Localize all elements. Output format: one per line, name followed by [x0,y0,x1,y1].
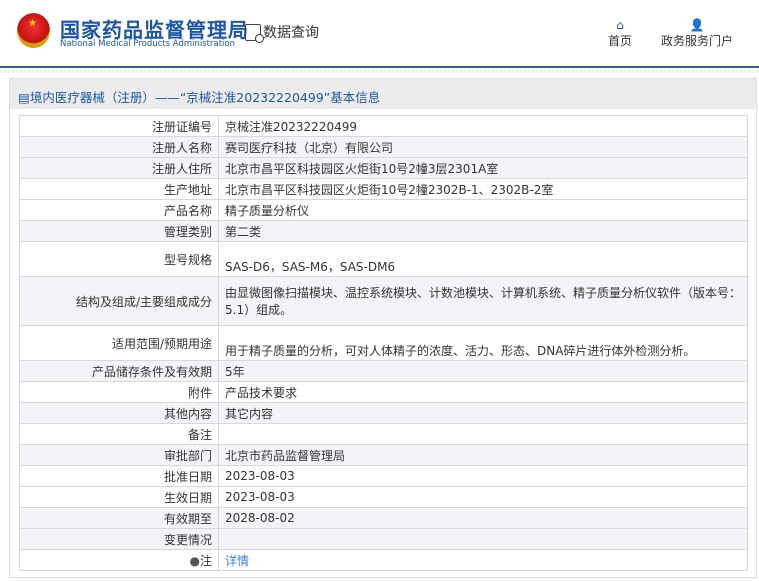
logo-subtitle: National Medical Products Administration [60,39,235,49]
row-label: 管理类别 [19,220,219,242]
row-label: ●注 [19,549,219,571]
row-label: 注册证编号 [19,115,219,137]
note-label: 注 [199,553,212,568]
row-value: 用于精子质量的分析，可对人体精子的浓度、活力、形态、DNA碎片进行体外检测分析。 [218,325,748,361]
row-label: 生效日期 [19,486,219,508]
table-row: 结构及组成/主要组成成分 由显微图像扫描模块、温控系统模块、计数池模块、计算机系统… [19,276,748,326]
row-value: 2023-08-03 [218,486,748,508]
row-label: 适用范围/预期用途 [19,325,219,361]
nav-service-portal[interactable]: 👤 政务服务门户 [661,18,733,49]
row-value [218,423,748,445]
row-label: 产品名称 [19,199,219,221]
document-search-icon [245,23,264,43]
info-table: 注册证编号 京械注准20232220499 注册人名称 赛司医疗科技（北京）有限公司… [19,115,748,571]
nav-home[interactable]: ⌂ 首页 [608,18,632,49]
table-row: 有效期至 2028-08-02 [19,507,748,529]
row-value: 2023-08-03 [218,465,748,487]
row-value: 京械注准20232220499 [218,115,748,137]
table-row: 生效日期 2023-08-03 [19,486,748,508]
row-value: 2028-08-02 [218,507,748,529]
row-value: 产品技术要求 [218,381,748,403]
table-row: ●注 详情 [19,549,748,571]
home-icon: ⌂ [616,18,624,32]
national-emblem-logo [17,13,50,48]
header-divider [0,70,759,73]
data-query-link[interactable]: 数据查询 [245,22,319,43]
row-value: 北京市昌平区科技园区火炬街10号2幢3层2301A室 [218,157,748,179]
row-value: 精子质量分析仪 [218,199,748,221]
table-row: 备注 [19,423,748,445]
row-value: 详情 [218,549,748,571]
table-row: 其他内容 其它内容 [19,402,748,424]
info-panel: ▤境内医疗器械（注册）——“京械注准20232220499”基本信息 注册证编号… [9,78,757,578]
row-value [218,528,748,550]
user-icon: 👤 [689,18,705,32]
row-label: 备注 [19,423,219,445]
row-label: 结构及组成/主要组成成分 [19,276,219,326]
row-value: 5年 [218,360,748,382]
panel-title-text: 境内医疗器械（注册）——“京械注准20232220499”基本信息 [29,90,381,105]
table-row: 附件 产品技术要求 [19,381,748,403]
table-row: 产品名称 精子质量分析仪 [19,199,748,221]
nav-home-label: 首页 [608,34,633,48]
row-label: 型号规格 [19,241,219,277]
table-row: 注册人名称 赛司医疗科技（北京）有限公司 [19,136,748,158]
row-value: 第二类 [218,220,748,242]
row-value: 赛司医疗科技（北京）有限公司 [218,136,748,158]
panel-title: ▤境内医疗器械（注册）——“京械注准20232220499”基本信息 [10,79,756,109]
row-label: 注册人住所 [19,157,219,179]
table-row: 注册证编号 京械注准20232220499 [19,115,748,137]
row-label: 附件 [19,381,219,403]
row-value: 北京市昌平区科技园区火炬街10号2幢2302B-1、2302B-2室 [218,178,748,200]
details-link[interactable]: 详情 [225,554,249,568]
table-row: 注册人住所 北京市昌平区科技园区火炬街10号2幢3层2301A室 [19,157,748,179]
table-row: 管理类别 第二类 [19,220,748,242]
pin-icon: ● [189,553,200,568]
row-label: 注册人名称 [19,136,219,158]
table-row: 型号规格 SAS-D6，SAS-M6，SAS-DM6 [19,241,748,277]
data-query-label: 数据查询 [263,25,319,41]
row-value: 其它内容 [218,402,748,424]
row-label: 生产地址 [19,178,219,200]
row-label: 变更情况 [19,528,219,550]
table-row: 产品储存条件及有效期 5年 [19,360,748,382]
nav-portal-label: 政务服务门户 [661,34,734,48]
table-row: 生产地址 北京市昌平区科技园区火炬街10号2幢2302B-1、2302B-2室 [19,178,748,200]
row-value: 由显微图像扫描模块、温控系统模块、计数池模块、计算机系统、精子质量分析仪软件（版… [218,276,748,326]
table-row: 批准日期 2023-08-03 [19,465,748,487]
table-row: 适用范围/预期用途 用于精子质量的分析，可对人体精子的浓度、活力、形态、DNA碎片… [19,325,748,361]
site-header: 国家药品监督管理局 National Medical Products Admi… [0,0,759,68]
row-label: 产品储存条件及有效期 [19,360,219,382]
table-row: 变更情况 [19,528,748,550]
row-value: 北京市药品监督管理局 [218,444,748,466]
table-row: 审批部门 北京市药品监督管理局 [19,444,748,466]
row-value: SAS-D6，SAS-M6，SAS-DM6 [218,241,748,277]
row-label: 其他内容 [19,402,219,424]
row-label: 有效期至 [19,507,219,529]
row-label: 审批部门 [19,444,219,466]
row-label: 批准日期 [19,465,219,487]
